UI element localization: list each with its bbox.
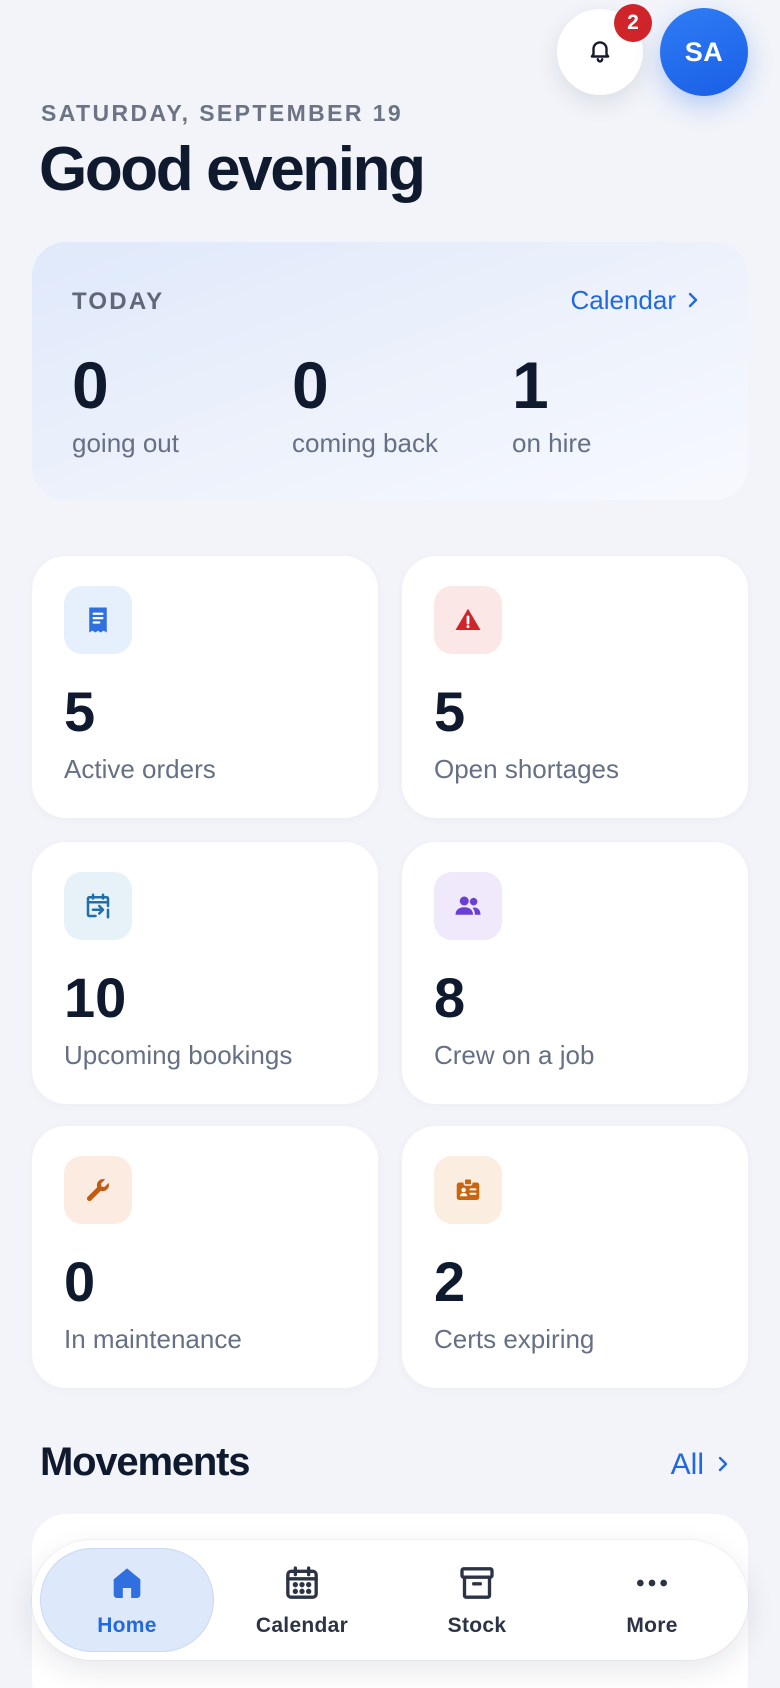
- chevron-right-icon: [686, 285, 700, 316]
- kpi-label: Open shortages: [434, 754, 620, 784]
- id-badge-icon: [434, 1156, 502, 1224]
- kpi-label: Upcoming bookings: [64, 1040, 293, 1070]
- stat-label: on hire: [512, 428, 592, 458]
- nav-home[interactable]: Home: [40, 1548, 214, 1652]
- notifications-badge: 2: [614, 4, 652, 42]
- kpi-card-crew-on-job[interactable]: 8 Crew on a job: [402, 842, 748, 1104]
- movements-all-link[interactable]: All: [671, 1448, 730, 1482]
- calendar-link[interactable]: Calendar: [570, 285, 700, 316]
- kpi-card-open-shortages[interactable]: 5 Open shortages: [402, 556, 748, 818]
- warning-icon: [434, 586, 502, 654]
- kpi-label: Certs expiring: [434, 1324, 595, 1354]
- kpi-label: In maintenance: [64, 1324, 242, 1354]
- chevron-right-icon: [716, 1448, 730, 1482]
- kpi-card-in-maintenance[interactable]: 0 In maintenance: [32, 1126, 378, 1388]
- date-label: SATURDAY, SEPTEMBER 19: [41, 100, 404, 126]
- people-icon: [434, 872, 502, 940]
- kpi-card-active-orders[interactable]: 5 Active orders: [32, 556, 378, 818]
- home-icon: [107, 1563, 147, 1608]
- stat-going-out: 0 going out: [72, 352, 179, 459]
- stat-value: 0: [72, 348, 109, 422]
- nav-label: Home: [97, 1613, 157, 1637]
- receipt-icon: [64, 586, 132, 654]
- bottom-nav-bar: Home Calendar Stock More: [32, 1540, 748, 1660]
- box-icon: [457, 1563, 497, 1608]
- calendar-link-label: Calendar: [570, 285, 676, 315]
- movements-all-label: All: [670, 1448, 704, 1481]
- stat-value: 0: [292, 348, 329, 422]
- wrench-icon: [64, 1156, 132, 1224]
- kpi-label: Crew on a job: [434, 1040, 595, 1070]
- nav-label: Calendar: [255, 1613, 349, 1637]
- nav-more[interactable]: More: [565, 1548, 739, 1652]
- kpi-value: 5: [434, 680, 466, 743]
- kpi-card-upcoming-bookings[interactable]: 10 Upcoming bookings: [32, 842, 378, 1104]
- stat-on-hire: 1 on hire: [512, 352, 592, 459]
- bell-icon: [587, 37, 613, 68]
- kpi-card-certs-expiring[interactable]: 2 Certs expiring: [402, 1126, 748, 1388]
- calendar-icon: [282, 1563, 322, 1608]
- today-label: TODAY: [72, 288, 165, 315]
- nav-label: More: [626, 1613, 678, 1637]
- today-summary-card: TODAY Calendar 0 going out 0 coming back…: [32, 242, 748, 500]
- movements-section-title: Movements: [40, 1440, 250, 1484]
- nav-stock[interactable]: Stock: [390, 1548, 564, 1652]
- kpi-value: 5: [64, 680, 96, 743]
- stat-value: 1: [512, 348, 549, 422]
- dashboard-page: 2 SA SATURDAY, SEPTEMBER 19 Good evening…: [0, 0, 780, 1688]
- stat-coming-back: 0 coming back: [292, 352, 438, 459]
- more-icon: [632, 1563, 672, 1608]
- page-title: Good evening: [39, 135, 426, 204]
- kpi-value: 2: [434, 1250, 466, 1313]
- stat-label: going out: [72, 428, 179, 458]
- nav-label: Stock: [447, 1613, 507, 1637]
- nav-calendar[interactable]: Calendar: [215, 1548, 389, 1652]
- avatar[interactable]: SA: [660, 8, 748, 96]
- stat-label: coming back: [292, 428, 438, 458]
- kpi-label: Active orders: [64, 754, 216, 784]
- calendar-arrow-icon: [64, 872, 132, 940]
- kpi-value: 8: [434, 966, 466, 1029]
- kpi-value: 0: [64, 1250, 96, 1313]
- kpi-value: 10: [64, 966, 127, 1029]
